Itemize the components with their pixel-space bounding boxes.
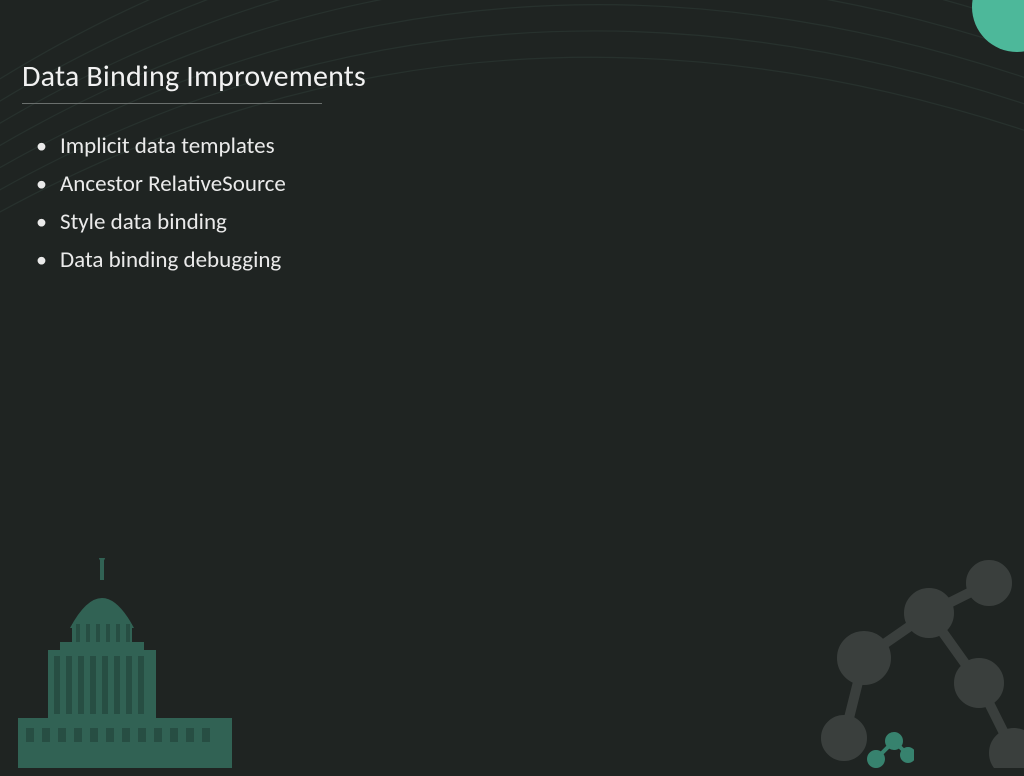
bullet-list: Implicit data templates Ancestor Relativ… xyxy=(22,128,1002,280)
background-building-silhouette xyxy=(0,558,250,768)
slide-title: Data Binding Improvements xyxy=(22,58,1002,95)
bullet-item: Data binding debugging xyxy=(36,242,1002,280)
bullet-item: Style data binding xyxy=(36,204,1002,242)
title-underline xyxy=(22,103,322,104)
bullet-item: Implicit data templates xyxy=(36,128,1002,166)
slide-content: Data Binding Improvements Implicit data … xyxy=(0,0,1024,280)
bullet-item: Ancestor RelativeSource xyxy=(36,166,1002,204)
